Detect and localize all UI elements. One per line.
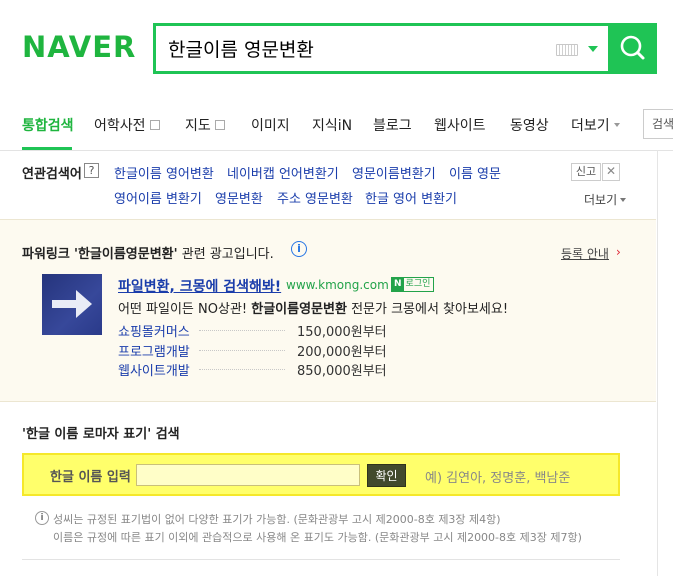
powerlink-label: 파워링크 [22,247,70,262]
chevron-down-icon [613,123,620,127]
info-icon: i [35,511,49,525]
search-button[interactable] [609,23,657,74]
ad-title-link[interactable]: 파일변환, 크몽에 검색해봐! [118,276,281,296]
ad-desc-pre: 어떤 파일이든 NO상관! [118,302,252,317]
leader-dots [199,350,285,351]
login-badge: N 로그인 [391,277,435,292]
ad-url[interactable]: www.kmong.com [286,278,389,292]
romanization-note: 이름은 규정에 따른 표기 이외에 관습적으로 사용해 온 표기도 가능함. (… [53,531,582,544]
related-item[interactable]: 영문이름변환기 [352,163,436,182]
tab-website[interactable]: 웹사이트 [434,115,486,135]
ad-sublink[interactable]: 웹사이트개발 [118,360,190,379]
input-example: 예) 김연아, 정명훈, 백남준 [425,471,571,486]
ad-sublink-price: 150,000원부터 [297,325,387,340]
powerlink-keyword: '한글이름영문변환' [73,247,178,262]
tab-all[interactable]: 통합검색 [22,115,74,135]
related-item[interactable]: 네이버캡 언어변환기 [227,163,339,182]
column-divider [657,150,658,576]
search-icon [620,35,645,60]
arrow-right-icon [52,290,92,318]
ad-sublink[interactable]: 쇼핑몰커머스 [118,321,190,340]
ad-desc-keyword: 한글이름영문변환 [251,302,347,317]
search-input[interactable] [168,34,548,62]
tab-more[interactable]: 더보기 [571,115,620,135]
tab-blog[interactable]: 블로그 [373,115,412,135]
romanization-note: 성씨는 규정된 표기법이 없어 다양한 표기가 가능함. (문화관광부 고시 제… [53,513,501,526]
ad-thumbnail[interactable] [42,274,102,335]
related-item[interactable]: 한글이름 영어변환 [114,163,214,182]
naver-logo[interactable]: NAVER [22,30,136,64]
ad-sublink-price: 200,000원부터 [297,345,387,360]
powerlink-suffix: 관련 광고입니다. [181,247,274,262]
romanization-title: '한글 이름 로마자 표기' 검색 [22,427,180,442]
related-item[interactable]: 한글 영어 변환기 [365,188,457,207]
ad-sublink-price: 850,000원부터 [297,364,387,379]
name-input-label: 한글 이름 입력 [50,470,131,485]
confirm-button[interactable]: 확인 [367,464,406,487]
autocomplete-toggle-icon[interactable] [588,46,598,52]
related-more-label: 더보기 [584,193,618,207]
ad-desc-post: 전문가 크몽에서 찾아보세요! [346,302,509,317]
related-item[interactable]: 영어이름 변환기 [114,188,202,207]
report-button[interactable]: 신고 [571,163,601,181]
powerlink-title: 파워링크 '한글이름영문변환' 관련 광고입니다. [22,243,274,262]
help-icon[interactable]: ? [84,163,99,178]
related-item[interactable]: 영문변환 [215,188,263,207]
related-searches-title: 연관검색어 [22,167,82,182]
related-searches [0,150,656,219]
leader-dots [199,330,285,331]
ad-register-link[interactable]: 등록 안내 [561,245,609,262]
info-icon[interactable]: i [291,241,307,257]
tab-map[interactable]: 지도 [185,115,225,135]
tab-kin[interactable]: 지식iN [312,115,352,135]
leader-dots [199,369,285,370]
search-tabs: 통합검색 어학사전 지도 이미지 지식iN 블로그 웹사이트 동영상 더보기 [0,100,673,151]
tab-dictionary-label: 어학사전 [94,118,146,134]
tab-image[interactable]: 이미지 [251,115,290,135]
chevron-right-icon: › [616,245,621,259]
related-item[interactable]: 주소 영문변환 [277,188,353,207]
naver-n-icon: N [392,278,404,291]
login-badge-label: 로그인 [405,279,431,289]
popup-box-icon [214,120,225,130]
tab-more-label: 더보기 [571,118,610,134]
popup-box-icon [149,120,160,130]
search-box [153,23,611,74]
related-more-button[interactable]: 더보기 [584,191,627,208]
korean-name-input[interactable] [136,464,360,486]
keyboard-icon[interactable] [556,44,578,56]
section-divider [22,559,620,560]
tab-map-label: 지도 [185,118,211,134]
ad-description: 어떤 파일이든 NO상관! 한글이름영문변환 전문가 크몽에서 찾아보세요! [118,298,508,317]
tab-video[interactable]: 동영상 [510,115,549,135]
close-icon[interactable]: ✕ [602,163,620,181]
ad-sublink[interactable]: 프로그램개발 [118,341,190,360]
tab-dictionary[interactable]: 어학사전 [94,115,160,135]
related-item[interactable]: 이름 영문 [449,163,501,182]
search-option-button[interactable]: 검색 [643,109,673,139]
chevron-down-icon [620,198,627,202]
